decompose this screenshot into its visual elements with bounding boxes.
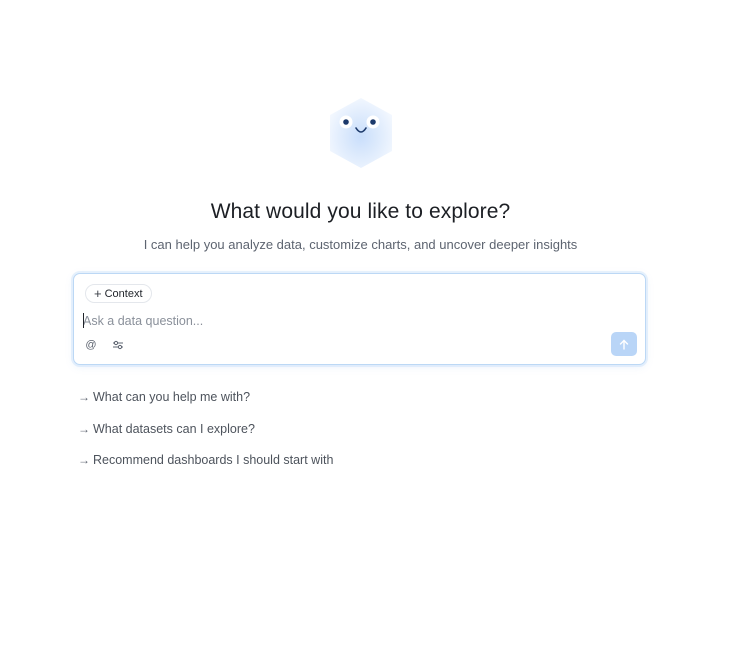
add-context-button[interactable]: + Context	[85, 284, 152, 303]
suggestion-item[interactable]: → What can you help me with?	[78, 388, 333, 406]
arrow-up-icon	[619, 339, 629, 350]
suggestion-label: What can you help me with?	[93, 390, 251, 404]
plus-icon: +	[94, 285, 102, 301]
question-composer: + Context @	[73, 273, 646, 365]
suggestion-label: What datasets can I explore?	[93, 421, 255, 436]
suggestion-label: Recommend dashboards I should start with	[93, 453, 334, 467]
settings-button[interactable]	[110, 337, 126, 353]
arrow-right-icon: →	[78, 453, 90, 467]
mention-button[interactable]: @	[83, 337, 99, 353]
suggestion-list: → What can you help me with? → What data…	[78, 388, 333, 483]
add-context-label: Context	[104, 287, 143, 300]
page-subtitle: I can help you analyze data, customize c…	[143, 237, 578, 252]
suggestion-item[interactable]: → Recommend dashboards I should start wi…	[78, 451, 333, 469]
suggestion-item[interactable]: → What datasets can I explore?	[78, 420, 333, 438]
question-input[interactable]	[83, 311, 603, 331]
sliders-icon	[113, 340, 123, 350]
send-button[interactable]	[611, 332, 637, 356]
chat-welcome-page: What would you like to explore? I can he…	[0, 0, 742, 645]
arrow-right-icon: →	[78, 390, 90, 404]
at-icon: @	[85, 339, 97, 351]
arrow-right-icon: →	[78, 421, 90, 436]
text-caret	[83, 313, 84, 328]
page-title: What would you like to explore?	[210, 200, 511, 223]
hexagon-smiley-icon	[327, 96, 395, 170]
